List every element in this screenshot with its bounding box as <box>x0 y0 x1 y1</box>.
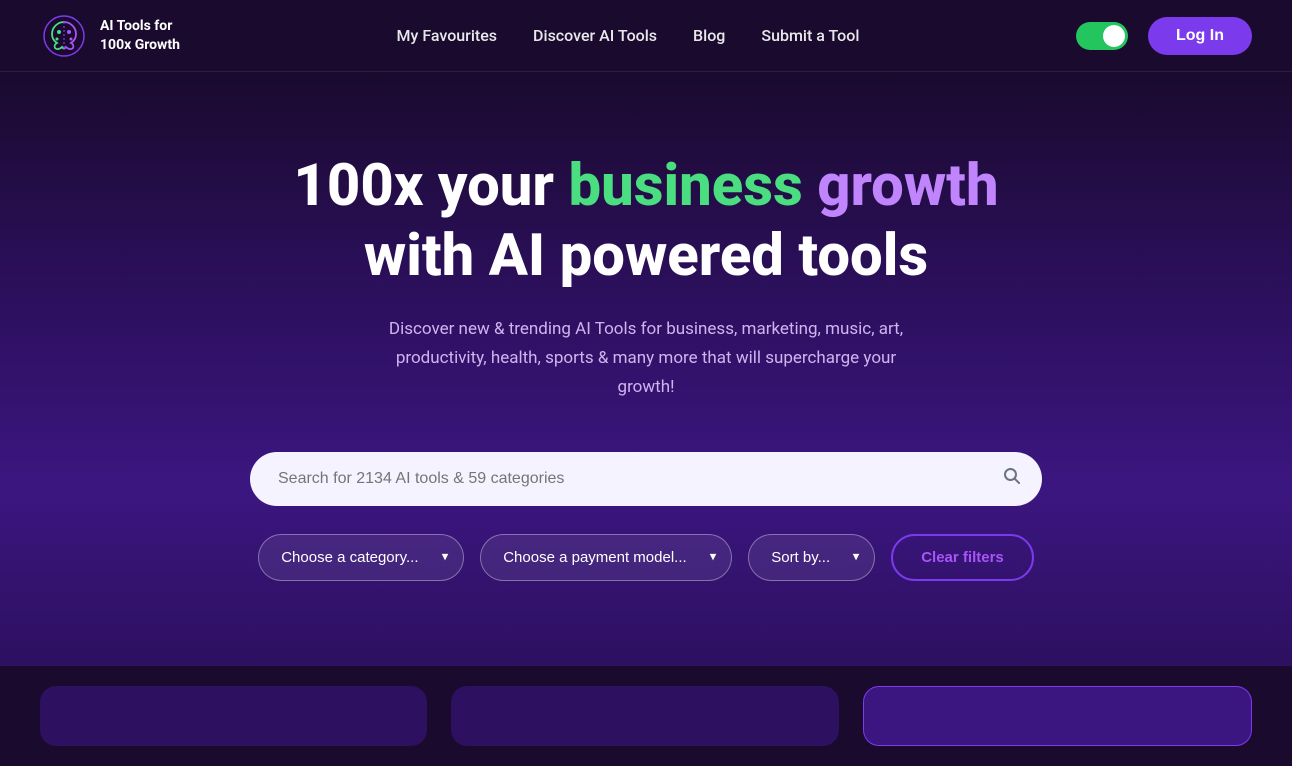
sort-select-wrapper: Sort by... ▾ <box>748 534 875 581</box>
sort-select[interactable]: Sort by... <box>748 534 875 581</box>
nav-my-favourites[interactable]: My Favourites <box>397 26 498 45</box>
hero-title-part1: 100x your <box>293 152 568 220</box>
payment-select[interactable]: Choose a payment model... <box>480 534 732 581</box>
nav-links: My Favourites Discover AI Tools Blog Sub… <box>397 26 860 45</box>
cards-section <box>0 666 1292 766</box>
search-input[interactable] <box>250 452 1042 506</box>
hero-title: 100x your business growth with AI powere… <box>293 152 998 291</box>
hero-title-business: business <box>568 152 802 220</box>
theme-toggle[interactable] <box>1076 22 1128 50</box>
search-wrapper <box>250 452 1042 506</box>
toggle-knob <box>1103 25 1125 47</box>
nav-submit-tool[interactable]: Submit a Tool <box>761 26 859 45</box>
logo[interactable]: AI Tools for 100x Growth <box>40 12 180 60</box>
search-button[interactable] <box>1002 466 1022 492</box>
clear-filters-button[interactable]: Clear filters <box>891 534 1034 581</box>
login-button[interactable]: Log In <box>1148 17 1252 55</box>
hero-title-growth: growth <box>817 152 998 220</box>
hero-title-space <box>803 152 817 220</box>
hero-title-line2: with AI powered tools <box>364 222 928 290</box>
tool-card-1[interactable] <box>40 686 427 746</box>
filters-row: Choose a category... ▾ Choose a payment … <box>258 534 1034 581</box>
brain-icon <box>40 12 88 60</box>
search-icon <box>1002 466 1022 486</box>
category-select-wrapper: Choose a category... ▾ <box>258 534 464 581</box>
hero-subtitle: Discover new & trending AI Tools for bus… <box>366 315 926 402</box>
nav-blog[interactable]: Blog <box>693 26 725 45</box>
nav-right: Log In <box>1076 17 1252 55</box>
nav-discover-ai-tools[interactable]: Discover AI Tools <box>533 26 657 45</box>
tool-card-2[interactable] <box>451 686 838 746</box>
category-select[interactable]: Choose a category... <box>258 534 464 581</box>
payment-select-wrapper: Choose a payment model... ▾ <box>480 534 732 581</box>
navbar: AI Tools for 100x Growth My Favourites D… <box>0 0 1292 72</box>
search-container <box>250 452 1042 506</box>
hero-section: 100x your business growth with AI powere… <box>0 72 1292 666</box>
logo-text: AI Tools for 100x Growth <box>100 17 180 53</box>
tool-card-3[interactable] <box>863 686 1252 746</box>
